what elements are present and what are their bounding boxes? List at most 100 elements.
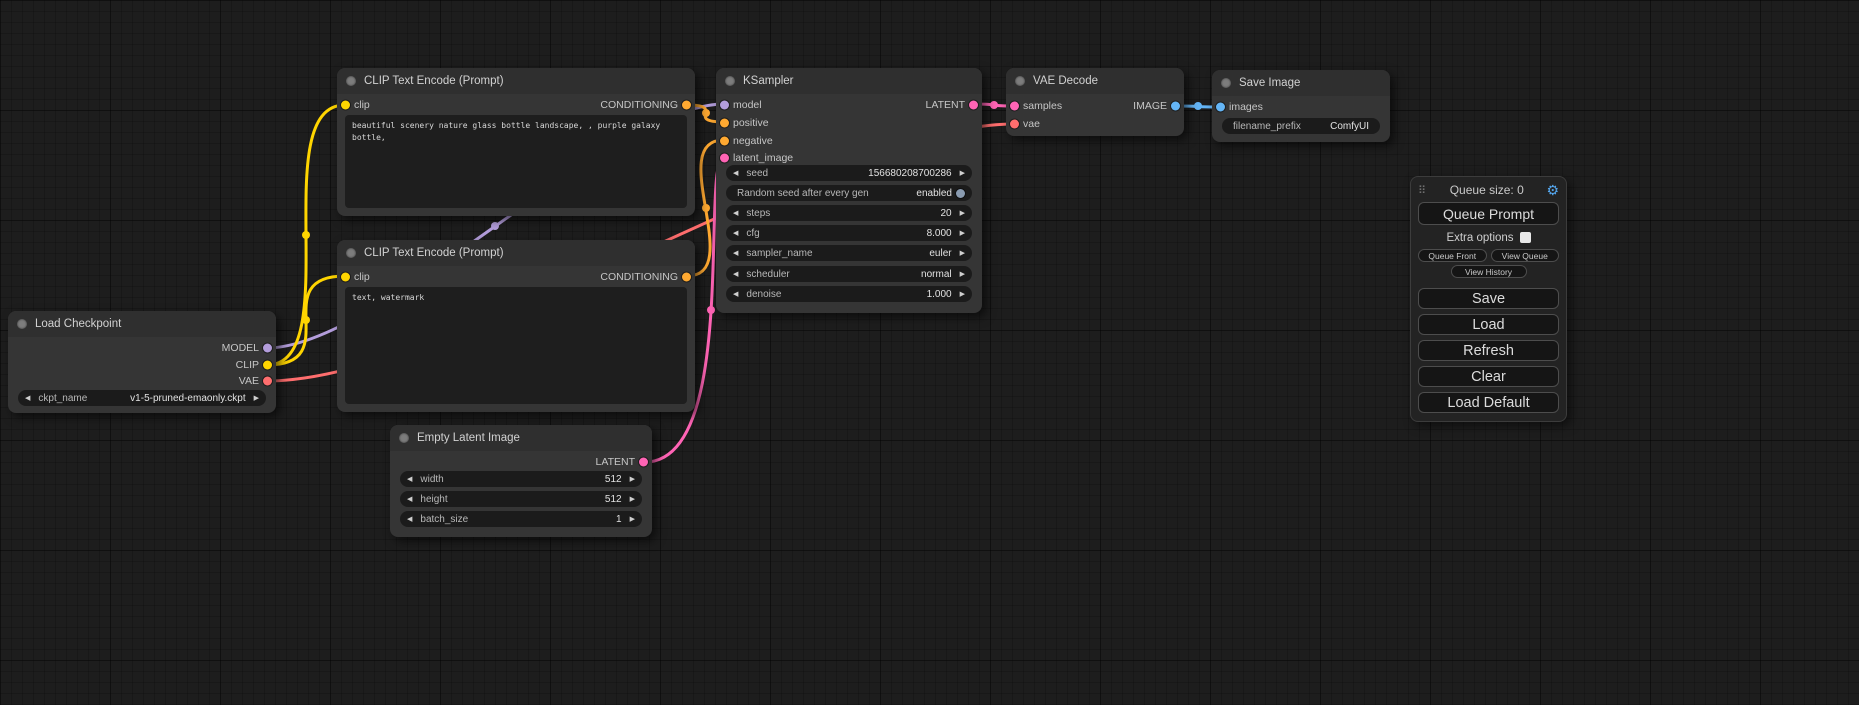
node-title-bar[interactable]: KSampler	[716, 68, 982, 94]
increment-arrow-icon[interactable]: ▶	[960, 250, 965, 257]
input-slot-latent-image[interactable]	[720, 153, 729, 162]
widget-filename-prefix[interactable]: filename_prefix ComfyUI	[1222, 118, 1380, 134]
increment-arrow-icon[interactable]: ▶	[960, 291, 965, 298]
collapse-dot[interactable]	[725, 76, 735, 86]
link-dot	[491, 222, 499, 230]
decrement-arrow-icon[interactable]: ◀	[733, 250, 738, 257]
collapse-dot[interactable]	[399, 433, 409, 443]
widget-steps[interactable]: ◀ steps 20 ▶	[726, 205, 972, 221]
node-clip-text-encode-negative[interactable]: CLIP Text Encode (Prompt) clip CONDITION…	[337, 240, 695, 412]
extra-options-row: Extra options	[1418, 229, 1559, 246]
queue-panel-header: ⠿ Queue size: 0 ⚙	[1418, 181, 1559, 199]
node-graph-canvas[interactable]: Load Checkpoint MODEL CLIP VAE ◀ ckpt_na…	[0, 0, 1859, 705]
widget-height[interactable]: ◀ height 512 ▶	[400, 491, 642, 507]
input-label: negative	[733, 135, 773, 147]
widget-cfg[interactable]: ◀ cfg 8.000 ▶	[726, 225, 972, 241]
widget-seed[interactable]: ◀ seed 156680208700286 ▶	[726, 165, 972, 181]
node-empty-latent-image[interactable]: Empty Latent Image LATENT ◀ width 512 ▶ …	[390, 425, 652, 537]
output-slot-image[interactable]	[1171, 101, 1180, 110]
collapse-dot[interactable]	[346, 76, 356, 86]
input-slot-model[interactable]	[720, 100, 729, 109]
clear-button[interactable]: Clear	[1418, 366, 1559, 387]
queue-front-button[interactable]: Queue Front	[1418, 249, 1487, 262]
save-button[interactable]: Save	[1418, 288, 1559, 309]
queue-prompt-button[interactable]: Queue Prompt	[1418, 202, 1559, 225]
toggle-knob[interactable]	[956, 189, 965, 198]
input-slot-negative[interactable]	[720, 136, 729, 145]
widget-value: 8.000	[927, 228, 952, 239]
decrement-arrow-icon[interactable]: ◀	[733, 271, 738, 278]
node-title-bar[interactable]: Save Image	[1212, 70, 1390, 96]
widget-width[interactable]: ◀ width 512 ▶	[400, 471, 642, 487]
widget-random-seed-toggle[interactable]: Random seed after every gen enabled	[726, 185, 972, 201]
node-title: Empty Latent Image	[417, 432, 520, 444]
decrement-arrow-icon[interactable]: ◀	[407, 496, 412, 503]
decrement-arrow-icon[interactable]: ◀	[733, 210, 738, 217]
node-load-checkpoint[interactable]: Load Checkpoint MODEL CLIP VAE ◀ ckpt_na…	[8, 311, 276, 413]
increment-arrow-icon[interactable]: ▶	[254, 395, 259, 402]
load-default-button[interactable]: Load Default	[1418, 392, 1559, 413]
decrement-arrow-icon[interactable]: ◀	[733, 170, 738, 177]
widget-sampler-name[interactable]: ◀ sampler_name euler ▶	[726, 245, 972, 261]
slot-row: MODEL	[8, 339, 276, 356]
collapse-dot[interactable]	[1015, 76, 1025, 86]
prompt-textarea[interactable]: text, watermark	[345, 287, 687, 404]
view-history-button[interactable]: View History	[1451, 265, 1527, 278]
node-vae-decode[interactable]: VAE Decode samples IMAGE vae	[1006, 68, 1184, 136]
increment-arrow-icon[interactable]: ▶	[630, 516, 635, 523]
load-button[interactable]: Load	[1418, 314, 1559, 335]
slot-row: CLIP	[8, 356, 276, 373]
increment-arrow-icon[interactable]: ▶	[960, 210, 965, 217]
widget-denoise[interactable]: ◀ denoise 1.000 ▶	[726, 286, 972, 302]
node-title-bar[interactable]: Load Checkpoint	[8, 311, 276, 337]
widget-value: 156680208700286	[868, 168, 951, 179]
link-dot	[1194, 102, 1202, 110]
node-title-bar[interactable]: VAE Decode	[1006, 68, 1184, 94]
collapse-dot[interactable]	[17, 319, 27, 329]
output-slot-clip[interactable]	[263, 360, 272, 369]
node-title-bar[interactable]: Empty Latent Image	[390, 425, 652, 451]
increment-arrow-icon[interactable]: ▶	[960, 170, 965, 177]
output-slot-model[interactable]	[263, 343, 272, 352]
output-slot-vae[interactable]	[263, 376, 272, 385]
increment-arrow-icon[interactable]: ▶	[630, 476, 635, 483]
node-ksampler[interactable]: KSampler model LATENT positive negative …	[716, 68, 982, 313]
extra-options-checkbox[interactable]	[1520, 232, 1531, 243]
decrement-arrow-icon[interactable]: ◀	[733, 230, 738, 237]
decrement-arrow-icon[interactable]: ◀	[407, 516, 412, 523]
settings-gear-icon[interactable]: ⚙	[1546, 183, 1559, 197]
input-slot-positive[interactable]	[720, 118, 729, 127]
output-label: LATENT	[596, 456, 635, 468]
increment-arrow-icon[interactable]: ▶	[630, 496, 635, 503]
node-clip-text-encode-positive[interactable]: CLIP Text Encode (Prompt) clip CONDITION…	[337, 68, 695, 216]
widget-batch-size[interactable]: ◀ batch_size 1 ▶	[400, 511, 642, 527]
input-slot-images[interactable]	[1216, 102, 1225, 111]
increment-arrow-icon[interactable]: ▶	[960, 230, 965, 237]
prompt-textarea[interactable]: beautiful scenery nature glass bottle la…	[345, 115, 687, 208]
node-title-bar[interactable]: CLIP Text Encode (Prompt)	[337, 240, 695, 266]
node-save-image[interactable]: Save Image images filename_prefix ComfyU…	[1212, 70, 1390, 142]
decrement-arrow-icon[interactable]: ◀	[407, 476, 412, 483]
output-slot-conditioning[interactable]	[682, 272, 691, 281]
increment-arrow-icon[interactable]: ▶	[960, 271, 965, 278]
output-slot-latent[interactable]	[969, 100, 978, 109]
input-slot-vae[interactable]	[1010, 119, 1019, 128]
output-slot-latent[interactable]	[639, 457, 648, 466]
input-slot-samples[interactable]	[1010, 101, 1019, 110]
collapse-dot[interactable]	[346, 248, 356, 258]
collapse-dot[interactable]	[1221, 78, 1231, 88]
widget-scheduler[interactable]: ◀ scheduler normal ▶	[726, 266, 972, 282]
decrement-arrow-icon[interactable]: ◀	[733, 291, 738, 298]
input-slot-clip[interactable]	[341, 100, 350, 109]
node-title-bar[interactable]: CLIP Text Encode (Prompt)	[337, 68, 695, 94]
widget-label: seed	[746, 168, 768, 179]
output-label: IMAGE	[1133, 100, 1167, 112]
widget-ckpt-name[interactable]: ◀ ckpt_name v1-5-pruned-emaonly.ckpt ▶	[18, 390, 266, 406]
decrement-arrow-icon[interactable]: ◀	[25, 395, 30, 402]
output-slot-conditioning[interactable]	[682, 100, 691, 109]
drag-handle-icon[interactable]: ⠿	[1418, 184, 1425, 197]
view-queue-button[interactable]: View Queue	[1491, 249, 1560, 262]
input-slot-clip[interactable]	[341, 272, 350, 281]
widget-value: enabled	[916, 188, 952, 199]
refresh-button[interactable]: Refresh	[1418, 340, 1559, 361]
